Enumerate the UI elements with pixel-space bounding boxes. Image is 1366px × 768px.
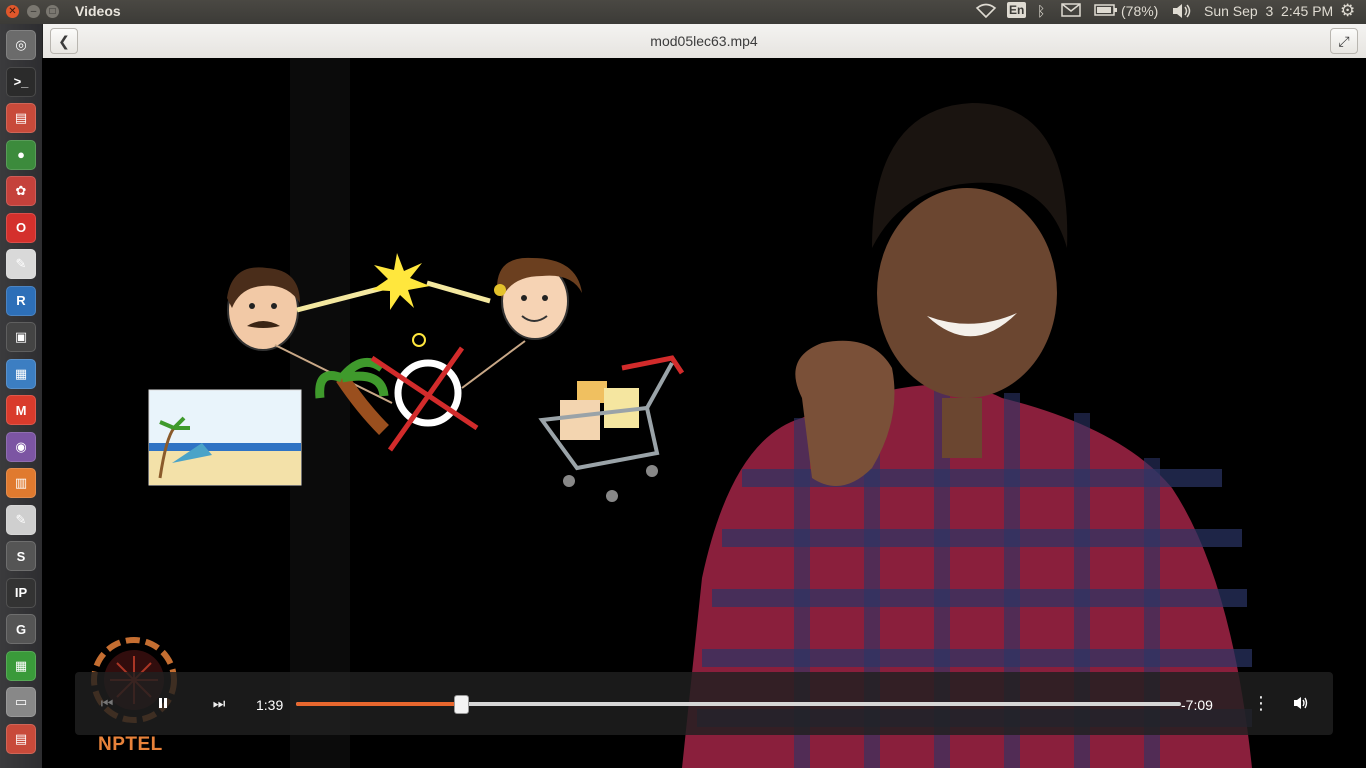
keyboard-layout-indicator[interactable]: En xyxy=(1007,2,1027,18)
playback-controls: ⏮ ⏭ 1:39 -7:09 ⋮ xyxy=(75,672,1333,735)
gear-icon[interactable]: ⚙ xyxy=(1340,1,1355,21)
launcher-media-player-icon[interactable]: ◉ xyxy=(6,431,36,462)
launcher-opera-icon[interactable]: O xyxy=(6,212,36,243)
launcher-r-language-icon[interactable]: R xyxy=(6,285,36,316)
video-scene xyxy=(91,58,1252,768)
speaker-icon xyxy=(1294,697,1308,709)
launcher-text-editor-icon[interactable]: ✎ xyxy=(6,504,36,535)
spark-icon xyxy=(372,253,430,310)
launcher-file-manager-icon[interactable]: ▤ xyxy=(6,103,36,133)
presenter-figure xyxy=(682,103,1252,768)
launcher-archive-icon[interactable]: ▤ xyxy=(6,723,36,754)
launcher-impress-icon[interactable]: ▥ xyxy=(6,468,36,498)
seek-bar[interactable] xyxy=(296,695,1181,714)
kebab-menu-icon: ⋮ xyxy=(1252,692,1270,713)
wifi-icon[interactable] xyxy=(975,3,997,22)
launcher-writer-icon[interactable]: ▦ xyxy=(6,358,36,389)
nptel-watermark: NPTEL xyxy=(98,734,163,755)
header-bar: ❮ mod05lec63.mp4 ⤢ xyxy=(42,24,1366,59)
beach-picture xyxy=(148,389,302,486)
mail-icon[interactable] xyxy=(1061,3,1081,20)
battery-percent: (78%) xyxy=(1121,3,1159,19)
fullscreen-icon: ⤢ xyxy=(1338,32,1350,49)
launcher-calc-icon[interactable]: ▦ xyxy=(6,650,36,681)
launcher-video-editor-icon[interactable]: ▣ xyxy=(6,322,36,352)
launcher: ◎ >_ ▤ ● ✿ O ✎ R ▣ ▦ M ◉ ▥ ✎ S IP G ▦ ▭ ▤ xyxy=(0,24,43,768)
window-minimize-button[interactable]: – xyxy=(27,5,40,18)
skip-next-icon: ⏭ xyxy=(212,694,226,711)
launcher-terminal-icon[interactable]: >_ xyxy=(6,66,36,97)
video-title: mod05lec63.mp4 xyxy=(650,33,758,49)
launcher-dash-home-icon[interactable]: ◎ xyxy=(6,30,36,60)
time-remaining: -7:09 xyxy=(1181,697,1213,713)
app-title: Videos xyxy=(75,3,121,19)
more-options-button[interactable]: ⋮ xyxy=(1251,692,1271,714)
launcher-chrome-icon[interactable]: ● xyxy=(6,139,36,170)
window-maximize-button[interactable]: □ xyxy=(46,5,59,18)
pause-button[interactable] xyxy=(151,692,175,714)
clock[interactable]: Sun Sep 3 2:45 PM xyxy=(1204,3,1333,19)
launcher-document-viewer-icon[interactable]: ✎ xyxy=(6,249,36,279)
bluetooth-icon[interactable]: ᛒ xyxy=(1037,3,1045,19)
volume-button[interactable] xyxy=(1289,692,1313,714)
woman-face-icon xyxy=(494,257,582,340)
fullscreen-button[interactable]: ⤢ xyxy=(1330,28,1358,54)
pause-icon xyxy=(159,698,167,708)
launcher-software-center-icon[interactable]: ✿ xyxy=(6,176,36,206)
top-panel: ✕ – □ Videos En ᛒ (78%) Sun Sep 3 2:45 P… xyxy=(0,0,1366,24)
next-button[interactable]: ⏭ xyxy=(207,692,231,714)
seek-handle[interactable] xyxy=(453,695,469,714)
window-close-button[interactable]: ✕ xyxy=(6,5,19,18)
man-face-icon xyxy=(227,267,300,351)
launcher-sublime-icon[interactable]: S xyxy=(6,541,36,571)
launcher-gmail-icon[interactable]: M xyxy=(6,395,36,425)
skip-previous-icon: ⏮ xyxy=(100,694,114,711)
volume-icon[interactable] xyxy=(1171,3,1193,22)
seek-progress xyxy=(296,702,461,706)
launcher-ipython-icon[interactable]: IP xyxy=(6,577,36,608)
video-frame[interactable]: NPTEL xyxy=(42,58,1366,768)
previous-button[interactable]: ⏮ xyxy=(95,692,119,714)
launcher-drive-icon[interactable]: ▭ xyxy=(6,687,36,717)
launcher-geogebra-icon[interactable]: G xyxy=(6,614,36,644)
battery-icon[interactable] xyxy=(1094,3,1118,20)
shopping-cart-icon xyxy=(538,355,685,502)
time-elapsed: 1:39 xyxy=(256,697,284,713)
